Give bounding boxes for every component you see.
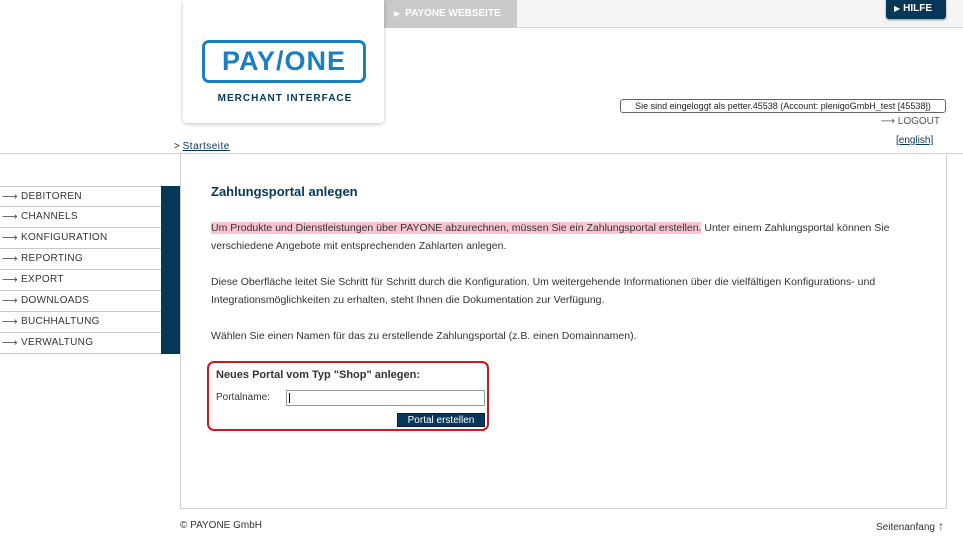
sidebar-item-label: EXPORT bbox=[21, 274, 64, 285]
sidebar-item-label: KONFIGURATION bbox=[21, 232, 108, 243]
sidebar-item-verwaltung[interactable]: ⟶ VERWALTUNG bbox=[0, 332, 181, 354]
arrow-right-icon: ⟶ bbox=[880, 116, 895, 127]
sidebar-item-marker bbox=[161, 290, 181, 312]
create-portal-button[interactable]: Portal erstellen bbox=[397, 413, 485, 427]
back-to-top-link[interactable]: Seitenanfang ↑ bbox=[876, 519, 944, 533]
sidebar-item-marker bbox=[161, 206, 181, 228]
text-cursor bbox=[289, 393, 290, 403]
sidebar-item-reporting[interactable]: ⟶ REPORTING bbox=[0, 248, 181, 270]
sidebar-item-marker bbox=[161, 227, 181, 249]
help-label: HILFE bbox=[903, 3, 933, 14]
help-button[interactable]: ▶ HILFE bbox=[886, 0, 946, 19]
sidebar-item-label: DEBITOREN bbox=[21, 191, 82, 202]
page-title: Zahlungsportal anlegen bbox=[211, 184, 358, 199]
sidebar-item-debitoren[interactable]: ⟶ DEBITOREN bbox=[0, 186, 181, 208]
sidebar-nav: ⟶ DEBITOREN ⟶ CHANNELS ⟶ KONFIGURATION ⟶… bbox=[0, 186, 181, 354]
play-arrow-icon: ▶ bbox=[894, 4, 901, 13]
portalname-label: Portalname: bbox=[216, 392, 270, 403]
back-to-top-label: Seitenanfang bbox=[876, 522, 935, 533]
form-title: Neues Portal vom Typ "Shop" anlegen: bbox=[216, 369, 420, 381]
sidebar-item-export[interactable]: ⟶ EXPORT bbox=[0, 269, 181, 291]
arrow-right-icon: ⟶ bbox=[2, 211, 18, 223]
sidebar-item-marker bbox=[161, 269, 181, 291]
breadcrumb-prefix: > bbox=[174, 141, 180, 152]
main-content: Zahlungsportal anlegen Um Produkte und D… bbox=[180, 153, 947, 509]
sidebar-item-marker bbox=[161, 332, 181, 354]
logout-label: LOGOUT bbox=[897, 116, 940, 127]
sidebar-item-konfiguration[interactable]: ⟶ KONFIGURATION bbox=[0, 227, 181, 249]
info-paragraph: Diese Oberfläche leitet Sie Schritt für … bbox=[211, 276, 876, 306]
payone-logo: PAY/ONE bbox=[202, 40, 366, 83]
sidebar-item-marker bbox=[161, 186, 181, 208]
intro-paragraph: Um Produkte und Dienstleistungen über PA… bbox=[211, 219, 911, 255]
payone-website-label: PAYONE WEBSEITE bbox=[405, 8, 501, 19]
arrow-right-icon: ⟶ bbox=[2, 274, 18, 286]
breadcrumb-home-link[interactable]: Startseite bbox=[183, 141, 230, 152]
logo-subtitle: MERCHANT INTERFACE bbox=[217, 93, 353, 104]
sidebar-item-label: BUCHHALTUNG bbox=[21, 316, 100, 327]
intro-highlight: Um Produkte und Dienstleistungen über PA… bbox=[211, 222, 702, 234]
instruction-paragraph: Wählen Sie einen Namen für das zu erstel… bbox=[211, 330, 637, 342]
arrow-right-icon: ⟶ bbox=[2, 232, 18, 244]
sidebar-item-label: REPORTING bbox=[21, 253, 83, 264]
arrow-right-icon: ⟶ bbox=[2, 337, 18, 349]
arrow-right-icon: ⟶ bbox=[2, 253, 18, 265]
arrow-right-icon: ⟶ bbox=[2, 191, 18, 203]
logo-panel[interactable]: PAY/ONE MERCHANT INTERFACE bbox=[183, 0, 384, 123]
sidebar-item-downloads[interactable]: ⟶ DOWNLOADS bbox=[0, 290, 181, 312]
top-bar-spacer bbox=[0, 0, 183, 28]
logout-link[interactable]: ⟶ LOGOUT bbox=[878, 116, 940, 127]
login-status: Sie sind eingeloggt als petter.45538 (Ac… bbox=[620, 99, 946, 113]
sidebar-item-channels[interactable]: ⟶ CHANNELS bbox=[0, 206, 181, 228]
sidebar-item-buchhaltung[interactable]: ⟶ BUCHHALTUNG bbox=[0, 311, 181, 333]
play-arrow-icon: ▶ bbox=[394, 9, 401, 18]
breadcrumb: > Startseite bbox=[174, 141, 230, 152]
arrow-right-icon: ⟶ bbox=[2, 316, 18, 328]
portalname-input[interactable] bbox=[286, 390, 485, 406]
sidebar-item-label: CHANNELS bbox=[21, 211, 78, 222]
arrow-up-icon: ↑ bbox=[937, 519, 944, 533]
arrow-right-icon: ⟶ bbox=[2, 295, 18, 307]
payone-website-link[interactable]: ▶ PAYONE WEBSEITE bbox=[384, 0, 517, 28]
logo-wordmark: PAY/ONE bbox=[221, 46, 347, 76]
sidebar-item-marker bbox=[161, 248, 181, 270]
language-switch-link[interactable]: [english] bbox=[896, 135, 933, 146]
new-portal-form: Neues Portal vom Typ "Shop" anlegen: Por… bbox=[207, 361, 489, 431]
sidebar-item-label: DOWNLOADS bbox=[21, 295, 90, 306]
sidebar-item-label: VERWALTUNG bbox=[21, 337, 94, 348]
sidebar-item-marker bbox=[161, 311, 181, 333]
copyright: © PAYONE GmbH bbox=[180, 520, 263, 531]
